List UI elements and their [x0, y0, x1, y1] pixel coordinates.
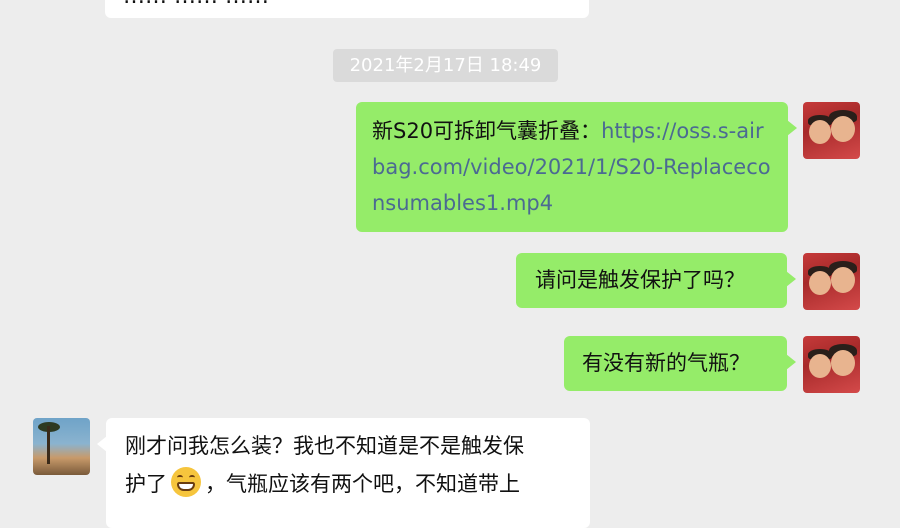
grin-emoji-icon — [171, 467, 201, 497]
message-text: 新S20可拆卸气囊折叠： — [372, 119, 602, 143]
my-avatar[interactable] — [803, 253, 860, 310]
incoming-message-bubble-partial[interactable]: …… …… …… — [105, 0, 589, 18]
incoming-message-bubble[interactable]: 刚才问我怎么装？我也不知道是不是触发保 护了 ，气瓶应该有两个吧，不知道带上 — [97, 418, 590, 528]
contact-avatar[interactable] — [33, 418, 90, 475]
outgoing-message-bubble[interactable]: 请问是触发保护了吗？ — [516, 253, 796, 308]
my-avatar[interactable] — [803, 336, 860, 393]
chat-window: …… …… …… 2021年2月17日 18:49 新S20可拆卸气囊折叠：ht… — [0, 0, 900, 528]
outgoing-message-bubble[interactable]: 新S20可拆卸气囊折叠：https://oss.s-airbag.com/vid… — [356, 102, 797, 232]
message-text: 请问是触发保护了吗？ — [535, 268, 745, 292]
message-text: ，气瓶应该有两个吧，不知道带上 — [205, 472, 520, 496]
timestamp-divider: 2021年2月17日 18:49 — [333, 49, 558, 82]
my-avatar[interactable] — [803, 102, 860, 159]
message-text: 护了 — [125, 472, 167, 496]
message-text: 有没有新的气瓶？ — [582, 351, 750, 375]
message-text: 刚才问我怎么装？我也不知道是不是触发保 — [125, 434, 524, 458]
outgoing-message-bubble[interactable]: 有没有新的气瓶？ — [564, 336, 796, 391]
message-text: …… …… …… — [123, 0, 269, 9]
